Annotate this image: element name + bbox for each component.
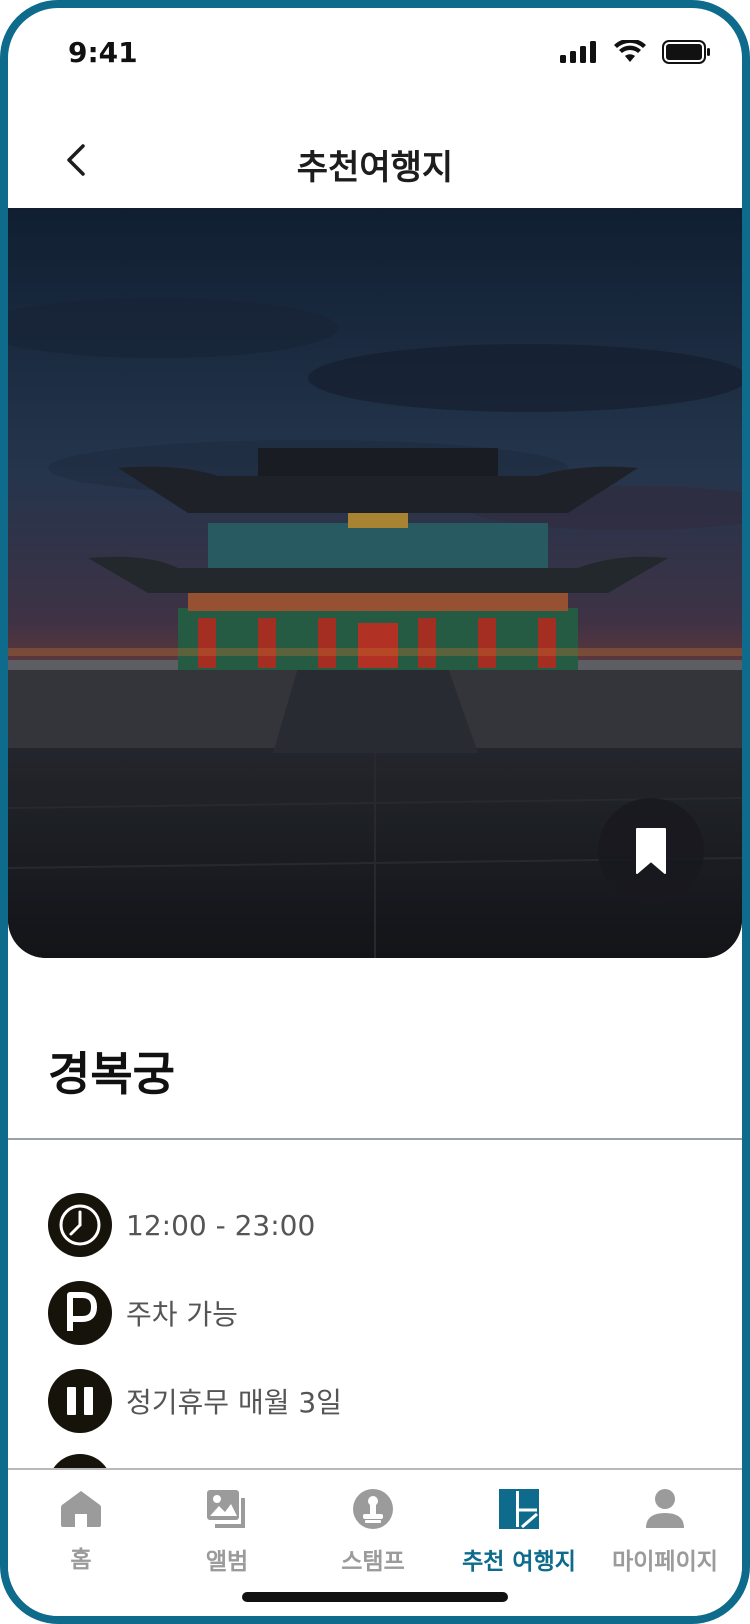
wifi-icon [614,40,646,62]
signal-icon [560,41,596,63]
clock-icon [48,1193,112,1257]
hours-text: 12:00 - 23:00 [126,1208,316,1242]
tab-label-album: 앨범 [205,1549,249,1575]
parking-text: 주차 가능 [126,1298,238,1331]
header: 추천여행지 [8,118,742,208]
status-time: 9:41 [68,36,138,69]
tab-label-stamp: 스탬프 [341,1549,405,1575]
place-title: 경복궁 [48,1047,175,1101]
tab-label-mypage: 마이페이지 [612,1549,718,1575]
bookmark-button[interactable] [598,798,704,904]
closed-text: 정기휴무 매월 3일 [126,1386,342,1419]
person-icon [646,1489,684,1528]
home-indicator[interactable] [242,1592,508,1602]
hero-image [8,208,742,958]
bookmark-icon [636,828,666,874]
tab-album[interactable]: 앨범 [154,1488,300,1576]
parking-icon [48,1281,112,1345]
tab-label-recommend: 추천 여행지 [462,1549,576,1575]
battery-icon [662,40,710,64]
map-icon [499,1489,539,1529]
tab-stamp[interactable]: 스탬프 [300,1488,446,1576]
hours-row: 12:00 - 23:00 [48,1193,315,1257]
tab-home[interactable]: 홈 [8,1488,154,1574]
album-icon [207,1490,245,1528]
pause-icon [48,1369,112,1433]
tab-label-home: 홈 [70,1547,92,1573]
tab-recommend[interactable]: 추천 여행지 [446,1488,592,1576]
stamp-icon [353,1489,393,1529]
home-icon [61,1491,101,1527]
phone-frame: 9:41 추천여행지 경복궁 12:00 - 23:00 주차 가능 정기휴무 … [0,0,750,1624]
status-bar: 9:41 [8,8,742,98]
tab-mypage[interactable]: 마이페이지 [592,1488,738,1576]
divider [8,1138,742,1140]
closed-row: 정기휴무 매월 3일 [48,1369,342,1433]
status-icons [560,40,710,64]
parking-row: 주차 가능 [48,1281,238,1345]
page-title: 추천여행지 [296,148,454,188]
